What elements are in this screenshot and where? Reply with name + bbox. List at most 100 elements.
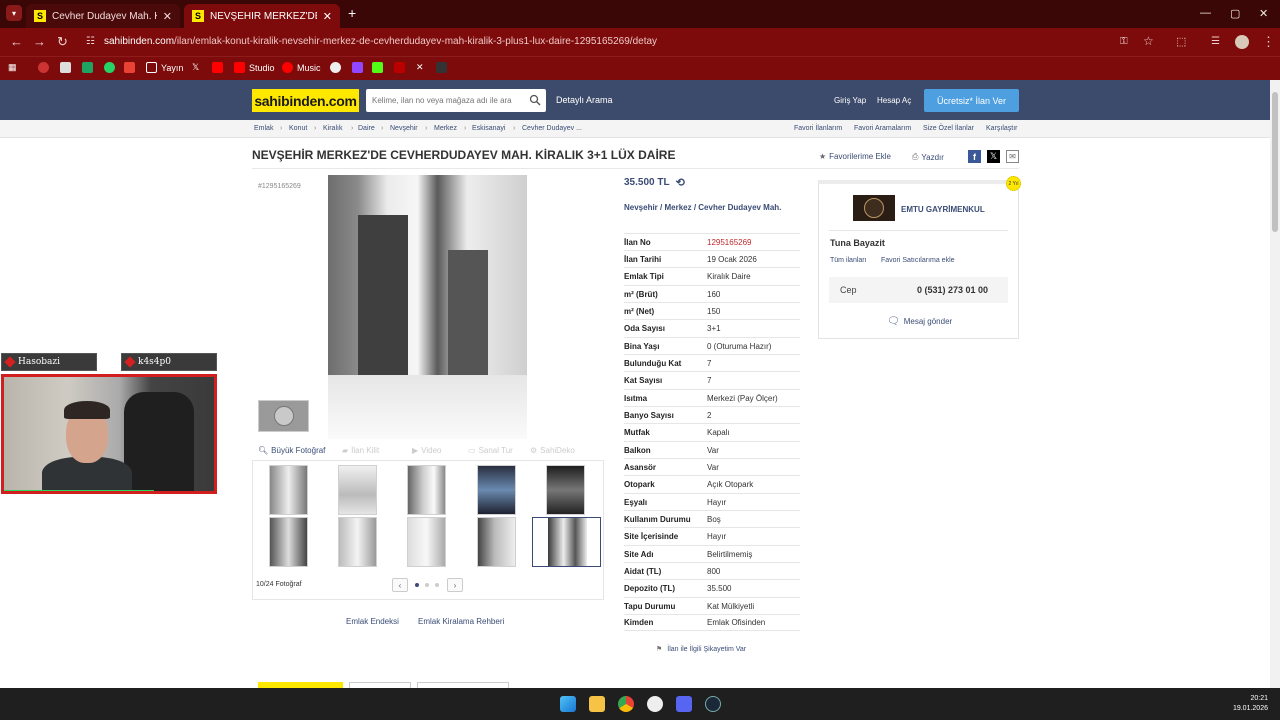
whatsapp-icon[interactable]: [104, 62, 119, 73]
breadcrumb-item[interactable]: Cevher Dudayev ...: [522, 125, 582, 132]
x-share-icon[interactable]: 𝕏: [987, 150, 1000, 163]
next-page-button[interactable]: ›: [447, 578, 463, 592]
favorite-searches-link[interactable]: Favori Aramalarım: [854, 125, 911, 132]
store-name[interactable]: EMTU GAYRİMENKUL: [901, 205, 985, 214]
tab-virtual-tour[interactable]: ▭ Sanal Tur: [468, 446, 513, 455]
photo-thumbnail[interactable]: [269, 465, 308, 515]
phone-number[interactable]: 0 (531) 273 01 00: [917, 285, 988, 295]
x-icon[interactable]: 𝕏: [192, 62, 199, 73]
bookmark-studio[interactable]: Studio: [234, 62, 275, 73]
tab-search-icon[interactable]: ▾: [6, 5, 22, 21]
close-window-icon[interactable]: ✕: [1259, 7, 1268, 20]
new-tab-button[interactable]: +: [348, 5, 356, 21]
search-icon[interactable]: [529, 94, 541, 106]
tab-large-photo[interactable]: 🔍︎ Büyük Fotoğraf: [258, 446, 325, 455]
breadcrumb-item[interactable]: Eskisanayi: [472, 125, 505, 132]
photo-thumbnail[interactable]: [338, 465, 377, 515]
store-logo-thumb[interactable]: [258, 400, 309, 432]
chrome-icon[interactable]: [618, 696, 634, 712]
breadcrumb-item[interactable]: Kiralık: [323, 125, 342, 132]
post-ad-button[interactable]: Ücretsiz* İlan Ver: [924, 89, 1019, 112]
facebook-share-icon[interactable]: f: [968, 150, 981, 163]
photo-thumbnail[interactable]: [477, 517, 516, 567]
extensions-icon[interactable]: ⬚: [1176, 35, 1186, 48]
mail-share-icon[interactable]: ✉: [1006, 150, 1019, 163]
obs-icon[interactable]: [647, 696, 663, 712]
personal-listings-link[interactable]: Size Özel İlanlar: [923, 125, 974, 132]
all-ads-link[interactable]: Tüm ilanları: [830, 257, 867, 264]
breadcrumb-item[interactable]: Konut: [289, 125, 307, 132]
bookmark-icon-1[interactable]: [38, 62, 53, 73]
tab-sahideko[interactable]: ⚙ SahiDeko: [530, 446, 575, 455]
forward-icon[interactable]: →: [33, 34, 46, 49]
favorite-seller-link[interactable]: Favori Satıcılarıma ekle: [881, 257, 955, 264]
scrollbar-thumb[interactable]: [1272, 92, 1278, 232]
real-estate-index-link[interactable]: Emlak Endeksi: [346, 617, 399, 626]
bookmark-music[interactable]: Music: [282, 62, 321, 73]
key-icon[interactable]: ⚿: [1120, 36, 1128, 47]
add-favorite-button[interactable]: ★ Favorilerime Ekle: [819, 152, 891, 161]
page-scrollbar[interactable]: [1270, 80, 1280, 688]
steam-icon[interactable]: [705, 696, 721, 712]
prev-page-button[interactable]: ‹: [392, 578, 408, 592]
discord-icon[interactable]: [676, 696, 692, 712]
login-link[interactable]: Giriş Yap: [834, 96, 866, 105]
complaint-link[interactable]: ⚑ İlan ile İlgili Şikayetim Var: [656, 645, 746, 654]
bookmark-icon-x2[interactable]: ✕: [416, 62, 424, 73]
location-neighborhood[interactable]: Cevher Dudayev Mah.: [698, 203, 781, 212]
print-button[interactable]: ⎙ Yazdır: [912, 152, 944, 162]
history-icon[interactable]: ⟲: [676, 176, 685, 189]
store-logo[interactable]: [853, 195, 895, 221]
page-dot[interactable]: [435, 583, 439, 587]
search-input[interactable]: [372, 96, 522, 105]
photo-thumbnail[interactable]: [407, 517, 446, 567]
location-city[interactable]: Nevşehir: [624, 203, 658, 212]
kick-icon[interactable]: [372, 62, 387, 73]
photo-thumbnail[interactable]: [338, 517, 377, 567]
send-message-button[interactable]: 🗨︎ Mesaj gönder: [887, 316, 952, 327]
main-photo[interactable]: [328, 175, 527, 439]
tab-video[interactable]: ▶ Video: [412, 446, 441, 455]
site-info-icon[interactable]: ☷: [86, 36, 95, 47]
page-dot[interactable]: [415, 583, 419, 587]
gmail-icon[interactable]: [124, 62, 139, 73]
github-icon[interactable]: [330, 62, 345, 73]
photo-thumbnail[interactable]: [407, 465, 446, 515]
browser-tab-1[interactable]: S Cevher Dudayev Mah. Kiralık Da ✕: [26, 4, 180, 28]
breadcrumb-item[interactable]: Nevşehir: [390, 125, 418, 132]
breadcrumb-item[interactable]: Merkez: [434, 125, 457, 132]
search-box[interactable]: [366, 89, 546, 112]
twitch-icon[interactable]: [352, 62, 367, 73]
minimize-icon[interactable]: —: [1200, 7, 1211, 19]
page-dot[interactable]: [425, 583, 429, 587]
menu-icon[interactable]: ⋮: [1262, 34, 1275, 50]
breadcrumb-item[interactable]: Daire: [358, 125, 375, 132]
star-icon[interactable]: ☆: [1143, 34, 1154, 48]
advanced-search-link[interactable]: Detaylı Arama: [556, 95, 613, 105]
file-explorer-icon[interactable]: [589, 696, 605, 712]
back-icon[interactable]: ←: [10, 34, 23, 49]
reload-icon[interactable]: ↻: [57, 34, 68, 50]
bookmark-yayin[interactable]: Yayın: [146, 62, 183, 73]
site-logo[interactable]: sahibinden.com: [252, 89, 359, 112]
browser-tab-2[interactable]: S NEVŞEHİR MERKEZ'DE CEVHE ✕: [184, 4, 340, 28]
tab-listing-lock[interactable]: ▰ İlan Kilit: [342, 446, 379, 455]
location-district[interactable]: Merkez: [664, 203, 691, 212]
photo-thumbnail-selected[interactable]: [532, 517, 601, 567]
profile-avatar[interactable]: [1235, 35, 1249, 49]
bookmark-icon-2[interactable]: [60, 62, 75, 73]
url-field[interactable]: sahibinden.com/ilan/emlak-konut-kiralik-…: [104, 36, 657, 47]
breadcrumb-item[interactable]: Emlak: [254, 125, 273, 132]
maximize-icon[interactable]: ▢: [1230, 7, 1240, 20]
bookmark-icon-red[interactable]: [394, 62, 409, 73]
photo-thumbnail[interactable]: [546, 465, 585, 515]
photo-thumbnail[interactable]: [269, 517, 308, 567]
close-icon[interactable]: ✕: [163, 10, 172, 23]
rental-guide-link[interactable]: Emlak Kiralama Rehberi: [418, 617, 504, 626]
close-icon[interactable]: ✕: [323, 10, 332, 23]
youtube-icon[interactable]: [212, 62, 227, 73]
bookmark-icon-last[interactable]: [436, 62, 451, 73]
compare-link[interactable]: Karşılaştır: [986, 125, 1018, 132]
windows-start-icon[interactable]: [560, 696, 576, 712]
favorite-listings-link[interactable]: Favori İlanlarım: [794, 125, 842, 132]
